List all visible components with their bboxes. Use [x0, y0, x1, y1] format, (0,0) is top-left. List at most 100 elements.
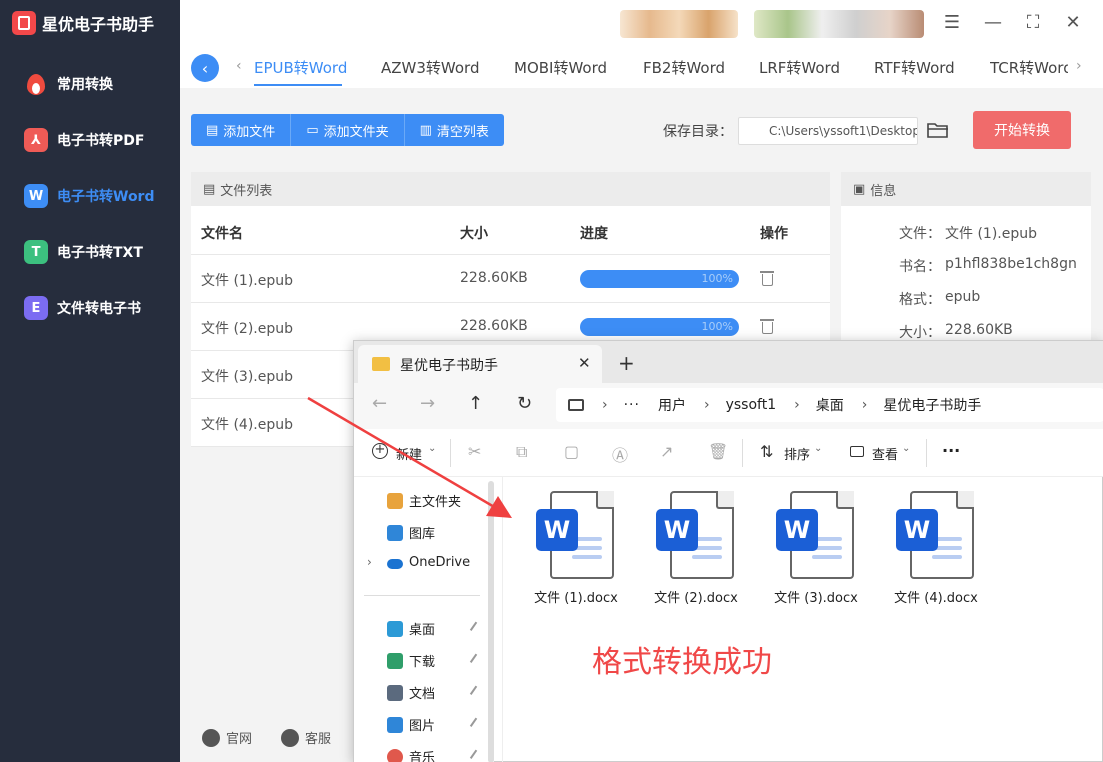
add-file-button[interactable]: ▤ 添加文件	[191, 114, 292, 146]
app-title: 星优电子书助手	[42, 15, 155, 34]
file-list-title: 文件列表	[220, 183, 273, 199]
toolbar-divider	[742, 439, 743, 467]
column-size[interactable]: 大小	[460, 223, 488, 243]
file-item[interactable]: W 文件 (2).docx	[646, 491, 746, 606]
nav-item-music[interactable]: 音乐	[387, 747, 435, 762]
up-arrow-icon[interactable]: ↑	[468, 393, 483, 414]
breadcrumb-user[interactable]: yssoft1	[726, 397, 777, 413]
rename-icon[interactable]: Ⓐ	[612, 442, 628, 466]
active-tab-indicator	[254, 84, 342, 86]
nav-item-downloads[interactable]: 下载	[387, 651, 435, 670]
pin-icon[interactable]	[469, 717, 483, 731]
sort-button[interactable]: 排序	[784, 444, 810, 463]
sidebar-item-common-convert[interactable]: 常用转换	[24, 72, 113, 96]
clear-list-button[interactable]: ▥ 清空列表	[405, 114, 504, 146]
nav-item-desktop[interactable]: 桌面	[387, 619, 435, 638]
forward-arrow-icon[interactable]: →	[420, 393, 435, 414]
address-bar[interactable]: › ··· 用户 › yssoft1 › 桌面 › 星优电子书助手	[556, 388, 1103, 422]
word-document-icon: W	[896, 491, 976, 581]
progress-text: 100%	[701, 320, 733, 333]
close-icon[interactable]: ✕	[1061, 12, 1085, 33]
back-arrow-icon[interactable]: ←	[372, 393, 387, 414]
refresh-icon[interactable]: ↻	[517, 393, 532, 414]
breadcrumb-desktop[interactable]: 桌面	[816, 395, 844, 415]
nav-label: 图片	[409, 719, 436, 734]
add-folder-button[interactable]: ▭ 添加文件夹	[291, 114, 405, 146]
sidebar-item-ebook-to-txt[interactable]: T 电子书转TXT	[24, 240, 143, 264]
list-icon: ▤	[203, 181, 216, 197]
website-link[interactable]: 官网	[202, 728, 252, 747]
add-folder-label: 添加文件夹	[323, 124, 389, 140]
sidebar-item-file-to-ebook[interactable]: E 文件转电子书	[24, 296, 141, 320]
tab-fb2-to-word[interactable]: FB2转Word	[643, 57, 725, 78]
nav-item-onedrive[interactable]: OneDrive	[387, 555, 470, 570]
start-convert-button[interactable]: 开始转换	[973, 111, 1071, 149]
share-icon[interactable]: ↗	[660, 442, 673, 461]
more-path-icon[interactable]: ···	[624, 397, 640, 413]
add-file-label: 添加文件	[223, 124, 276, 140]
info-icon: ▣	[853, 181, 866, 197]
expand-chevron-icon[interactable]: ›	[367, 555, 372, 569]
new-button[interactable]: 新建	[396, 444, 422, 463]
more-options-icon[interactable]: ···	[942, 441, 960, 460]
delete-row-icon[interactable]	[760, 271, 774, 286]
column-progress[interactable]: 进度	[580, 223, 608, 243]
delete-icon[interactable]: 🗑	[708, 442, 728, 461]
progress-bar: 100%	[580, 270, 739, 288]
pin-icon[interactable]	[469, 685, 483, 699]
copy-icon[interactable]: ⧉	[516, 442, 527, 462]
pin-icon[interactable]	[469, 621, 483, 635]
file-item-name: 文件 (4).docx	[894, 591, 978, 606]
ebook-icon: E	[24, 296, 48, 320]
save-directory-input[interactable]: C:\Users\yssoft1\Desktop	[738, 117, 918, 145]
column-filename[interactable]: 文件名	[201, 223, 243, 243]
music-icon	[387, 748, 403, 762]
tab-tcr-to-word[interactable]: TCR转Word	[990, 57, 1068, 78]
tab-scroll-right-icon[interactable]: ›	[1076, 58, 1082, 74]
file-item[interactable]: W 文件 (4).docx	[886, 491, 986, 606]
nav-item-home[interactable]: 主文件夹	[387, 491, 461, 510]
tab-rtf-to-word[interactable]: RTF转Word	[874, 57, 955, 78]
delete-row-icon[interactable]	[760, 319, 774, 334]
close-tab-icon[interactable]: ✕	[578, 354, 591, 372]
maximize-icon[interactable]: ⛶	[1021, 12, 1045, 33]
nav-item-gallery[interactable]: 图库	[387, 523, 435, 542]
tab-mobi-to-word[interactable]: MOBI转Word	[514, 57, 607, 78]
word-document-icon: W	[536, 491, 616, 581]
customer-service-link[interactable]: 客服	[281, 728, 331, 747]
minimize-icon[interactable]: —	[981, 12, 1005, 33]
breadcrumb-users[interactable]: 用户	[658, 395, 686, 415]
user-name-blurred[interactable]	[754, 10, 924, 38]
back-button[interactable]: ‹	[191, 54, 219, 82]
view-button[interactable]: 查看	[872, 444, 898, 463]
file-item[interactable]: W 文件 (1).docx	[526, 491, 626, 606]
title-bar: ☰ — ⛶ ✕	[180, 0, 1103, 48]
tab-scroll-left-icon[interactable]: ‹	[236, 58, 242, 74]
info-key-title: 书名：	[899, 259, 941, 275]
sidebar-item-ebook-to-word[interactable]: W 电子书转Word	[24, 184, 155, 208]
new-tab-icon[interactable]: +	[618, 351, 635, 375]
tab-epub-to-word[interactable]: EPUB转Word	[254, 57, 347, 78]
explorer-tab-title: 星优电子书助手	[400, 358, 498, 374]
pane-divider[interactable]	[502, 477, 503, 762]
pin-icon[interactable]	[469, 749, 483, 762]
chevron-right-icon: ›	[861, 397, 868, 413]
explorer-tab[interactable]: 星优电子书助手 ✕	[358, 345, 602, 383]
cut-icon[interactable]: ✂	[468, 442, 481, 461]
settings-icon[interactable]: ☰	[940, 12, 964, 33]
paste-icon[interactable]: ▢	[564, 442, 579, 461]
sidebar-item-ebook-to-pdf[interactable]: ⅄ 电子书转PDF	[24, 128, 144, 152]
word-icon: W	[24, 184, 48, 208]
pin-icon[interactable]	[469, 653, 483, 667]
tab-lrf-to-word[interactable]: LRF转Word	[759, 57, 840, 78]
user-avatar-blurred[interactable]	[620, 10, 738, 38]
nav-scrollbar[interactable]	[488, 481, 494, 762]
chevron-down-icon: ⌄	[428, 443, 437, 454]
file-item[interactable]: W 文件 (3).docx	[766, 491, 866, 606]
breadcrumb-folder[interactable]: 星优电子书助手	[883, 395, 981, 415]
column-action[interactable]: 操作	[760, 223, 788, 243]
nav-item-pictures[interactable]: 图片	[387, 715, 435, 734]
open-folder-icon[interactable]	[927, 121, 949, 139]
nav-item-documents[interactable]: 文档	[387, 683, 435, 702]
tab-azw3-to-word[interactable]: AZW3转Word	[381, 57, 479, 78]
